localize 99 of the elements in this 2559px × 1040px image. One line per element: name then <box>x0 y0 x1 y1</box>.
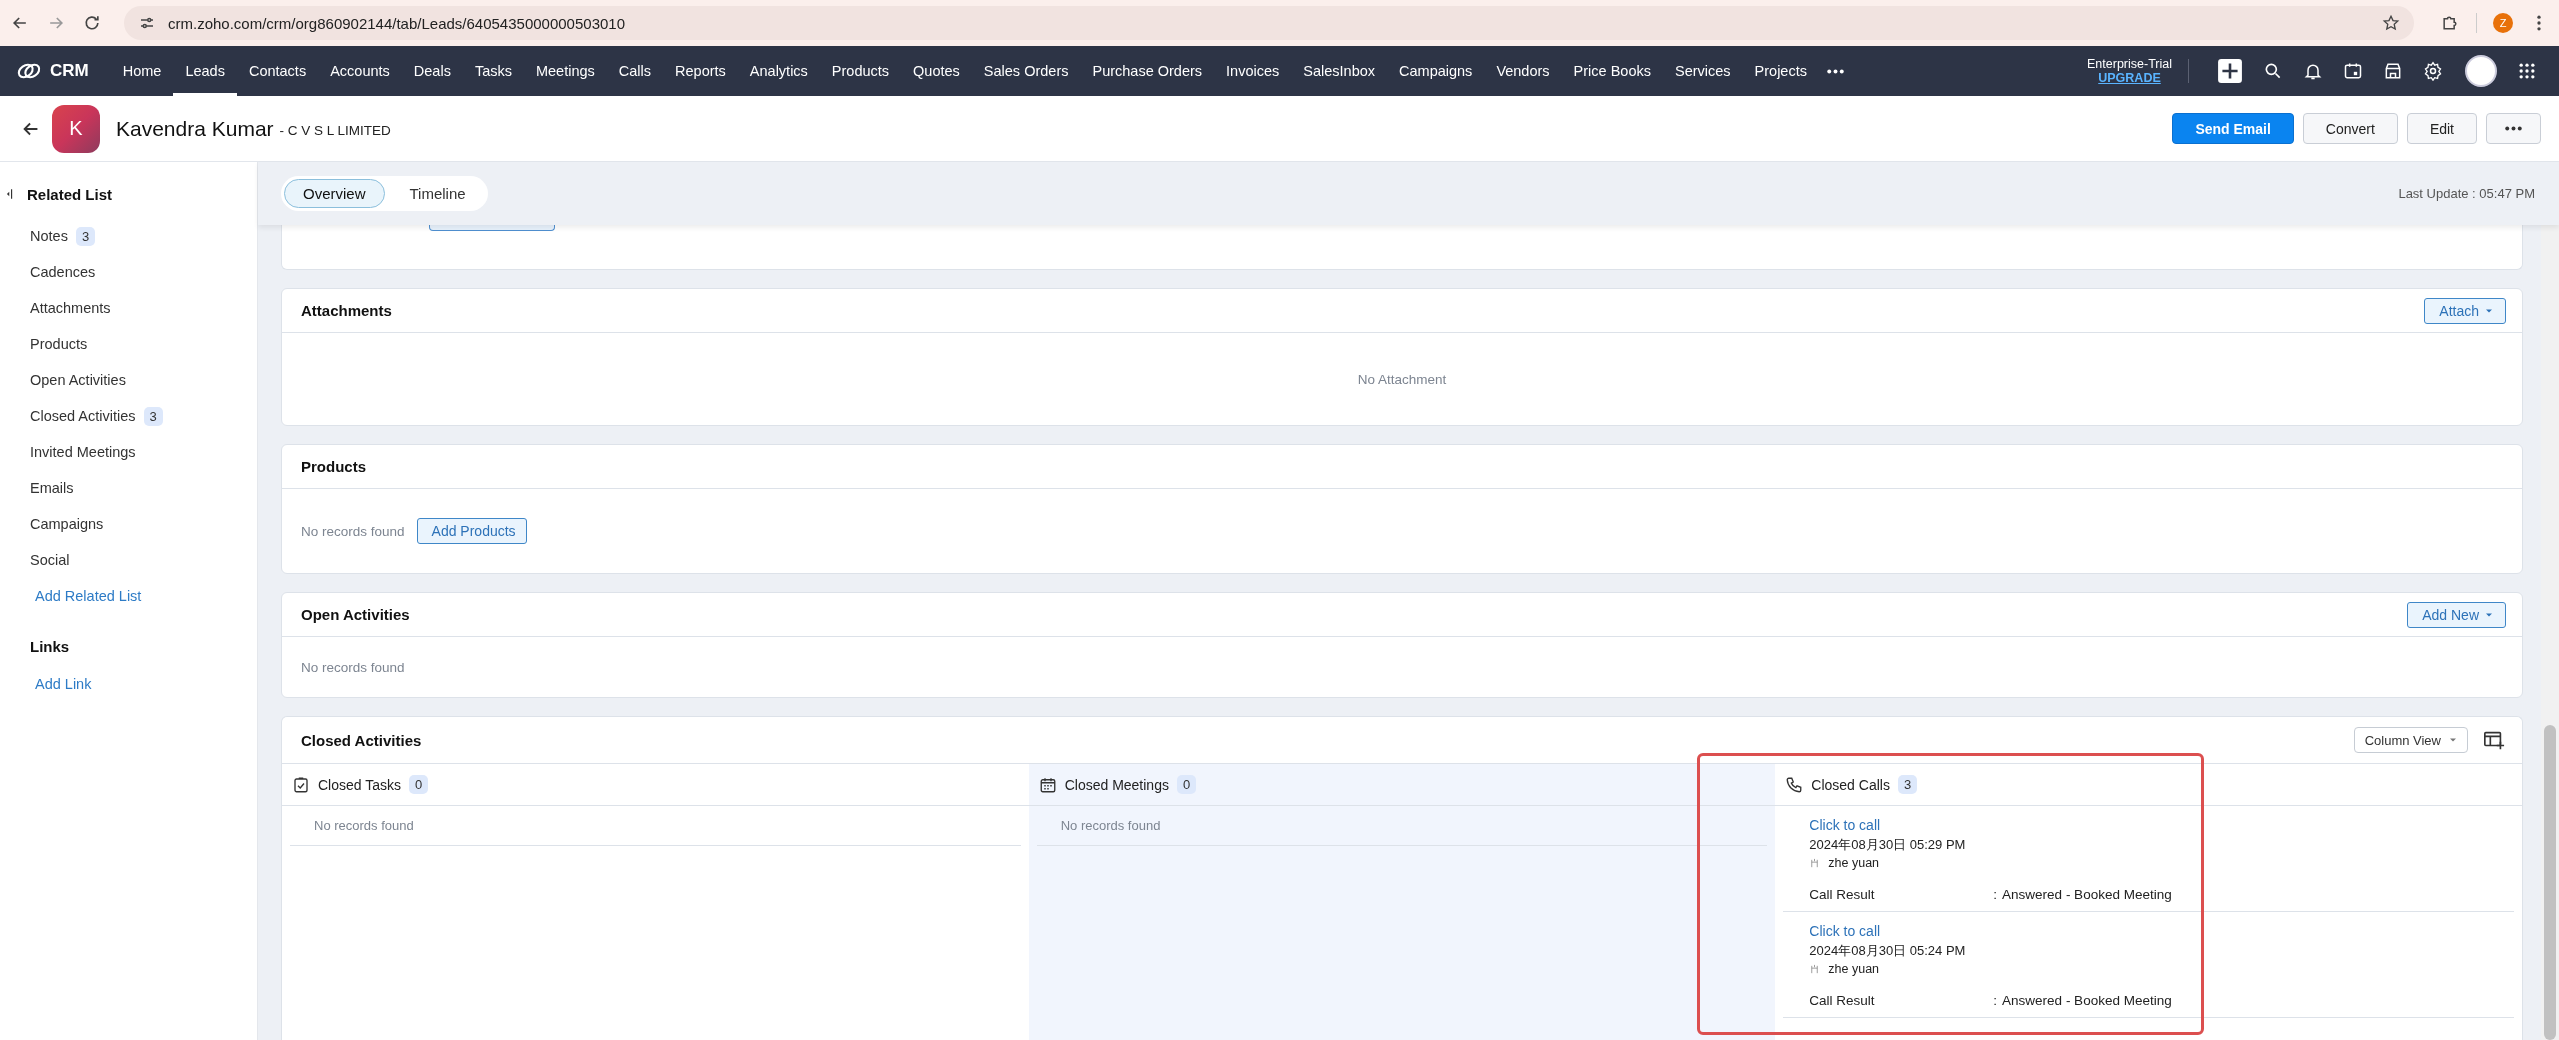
view-dropdown[interactable]: Column View <box>2353 727 2468 753</box>
empty-message: No Attachment <box>1357 371 1447 387</box>
nav-tab[interactable]: Quotes <box>901 46 972 96</box>
empty-message: No records found <box>1060 818 1161 833</box>
field-label: Call Result <box>1809 886 1876 904</box>
column-title: Closed Tasks <box>318 776 401 793</box>
nav-tab[interactable]: Projects <box>1742 46 1819 96</box>
owner-name: zhe yuan <box>1828 961 1880 978</box>
nav-tab[interactable]: Analytics <box>737 46 820 96</box>
section-title: Attachments <box>301 302 392 319</box>
search-icon[interactable] <box>2263 61 2283 81</box>
nav-tab[interactable]: Reports <box>663 46 738 96</box>
view-tab[interactable]: Timeline <box>390 179 485 208</box>
lead-name: Kavendra Kumar <box>116 116 274 141</box>
scrollbar-thumb[interactable] <box>2544 725 2556 1040</box>
sidebar-item[interactable]: Products <box>30 336 88 352</box>
lead-avatar: K <box>52 104 100 153</box>
store-icon[interactable] <box>2383 61 2403 81</box>
nav-tab[interactable]: Vendors <box>1484 46 1562 96</box>
call-link[interactable]: Click to call <box>1809 922 2514 941</box>
checklist-icon <box>292 775 310 794</box>
sidebar-item[interactable]: Closed Activities <box>30 408 136 424</box>
nav-tab[interactable]: Products <box>819 46 902 96</box>
owner-name: zhe yuan <box>1828 855 1880 872</box>
add-column-icon[interactable] <box>2482 729 2506 751</box>
call-datetime: 2024年08月30日 05:24 PM <box>1809 942 1967 960</box>
nav-tab[interactable]: Home <box>110 46 174 96</box>
dropdown-button[interactable]: Attach <box>2424 297 2506 324</box>
calendar-icon[interactable] <box>2343 61 2363 81</box>
sidebar-item[interactable]: Notes <box>30 228 68 244</box>
count-badge: 3 <box>143 406 163 426</box>
more-icon <box>2505 126 2522 131</box>
reload-icon[interactable] <box>82 13 102 33</box>
empty-message: No records found <box>301 523 405 539</box>
field-value: Answered - Booked Meeting <box>2002 886 2172 904</box>
column-title: Closed Meetings <box>1064 776 1169 793</box>
section-title: Products <box>301 458 366 475</box>
count-badge: 0 <box>1176 775 1197 794</box>
count-badge: 3 <box>1897 775 1918 794</box>
company-name: - C V S L LIMITED <box>279 123 391 138</box>
add-related-list-link[interactable]: Add Related List <box>0 578 257 614</box>
nav-tab[interactable]: Calls <box>606 46 664 96</box>
view-tab[interactable]: Overview <box>284 179 385 208</box>
dropdown-button[interactable]: Add New <box>2407 601 2506 628</box>
add-icon[interactable] <box>2217 58 2243 84</box>
action-button[interactable]: Convert <box>2302 113 2398 144</box>
field-label: Call Result <box>1809 992 1876 1010</box>
sidebar-item[interactable]: Campaigns <box>30 516 104 532</box>
sidebar-item[interactable]: Social <box>30 552 70 568</box>
column-title: Closed Calls <box>1811 776 1890 793</box>
nav-tab[interactable]: Sales Orders <box>971 46 1081 96</box>
user-avatar[interactable] <box>2465 55 2497 87</box>
count-badge: 3 <box>75 226 96 246</box>
address-bar[interactable]: crm.zoho.com/crm/org860902144/tab/Leads/6405435000000503010 <box>124 6 2414 40</box>
nav-tab[interactable]: Tasks <box>462 46 524 96</box>
nav-tab[interactable]: Price Books <box>1561 46 1663 96</box>
field-value: Answered - Booked Meeting <box>2002 992 2172 1010</box>
call-datetime: 2024年08月30日 05:29 PM <box>1809 836 1967 854</box>
sidebar-item[interactable]: Emails <box>30 480 74 496</box>
section-title: Closed Activities <box>301 731 422 749</box>
action-button[interactable]: Edit <box>2406 113 2477 144</box>
upgrade-link[interactable]: UPGRADE <box>2098 71 2161 85</box>
sidebar-item[interactable]: Invited Meetings <box>30 444 136 460</box>
add-button[interactable]: Add Products <box>416 518 527 544</box>
nav-tab[interactable]: Meetings <box>523 46 607 96</box>
nav-tab[interactable]: Accounts <box>318 46 402 96</box>
empty-message: No records found <box>314 818 414 833</box>
nav-tab[interactable]: Campaigns <box>1387 46 1485 96</box>
scrollbar[interactable] <box>2541 225 2559 1040</box>
empty-message: No records found <box>301 659 405 675</box>
more-icon[interactable] <box>1826 68 1844 74</box>
sidebar-item[interactable]: Attachments <box>30 300 111 316</box>
sidebar-item[interactable]: Open Activities <box>30 372 126 388</box>
sidebar-heading: Related List <box>27 185 113 203</box>
sidebar-item[interactable]: Cadences <box>30 264 96 280</box>
nav-tab[interactable]: Invoices <box>1214 46 1292 96</box>
add-link[interactable]: Add Link <box>0 666 257 702</box>
nav-tab[interactable]: Services <box>1662 46 1743 96</box>
nav-tab[interactable]: SalesInbox <box>1291 46 1388 96</box>
nav-tab[interactable]: Deals <box>401 46 463 96</box>
call-link[interactable]: Click to call <box>1809 816 2514 835</box>
star-icon[interactable] <box>2382 14 2400 32</box>
sidebar-heading: Links <box>29 637 71 657</box>
nav-tab[interactable]: Contacts <box>236 46 319 96</box>
action-button[interactable]: Send Email <box>2172 113 2294 144</box>
phone-icon <box>1785 775 1804 794</box>
last-update-text: Last Update : 05:47 PM <box>2398 186 2535 201</box>
settings-icon[interactable] <box>2423 61 2443 81</box>
field-separator: : <box>1993 992 1998 1010</box>
field-separator: : <box>1993 886 1998 904</box>
plan-label: Enterprise-Trial <box>2087 57 2172 71</box>
logo-text[interactable]: CRM <box>50 61 89 81</box>
partial-button[interactable] <box>429 225 555 231</box>
section-title: Open Activities <box>301 606 410 623</box>
url-text: crm.zoho.com/crm/org860902144/tab/Leads/6405435000000503010 <box>168 14 626 32</box>
count-badge: 0 <box>409 775 429 794</box>
nav-tab[interactable]: Purchase Orders <box>1080 46 1215 96</box>
calendar-icon <box>1038 775 1057 794</box>
apps-grid-icon[interactable] <box>2517 61 2537 81</box>
